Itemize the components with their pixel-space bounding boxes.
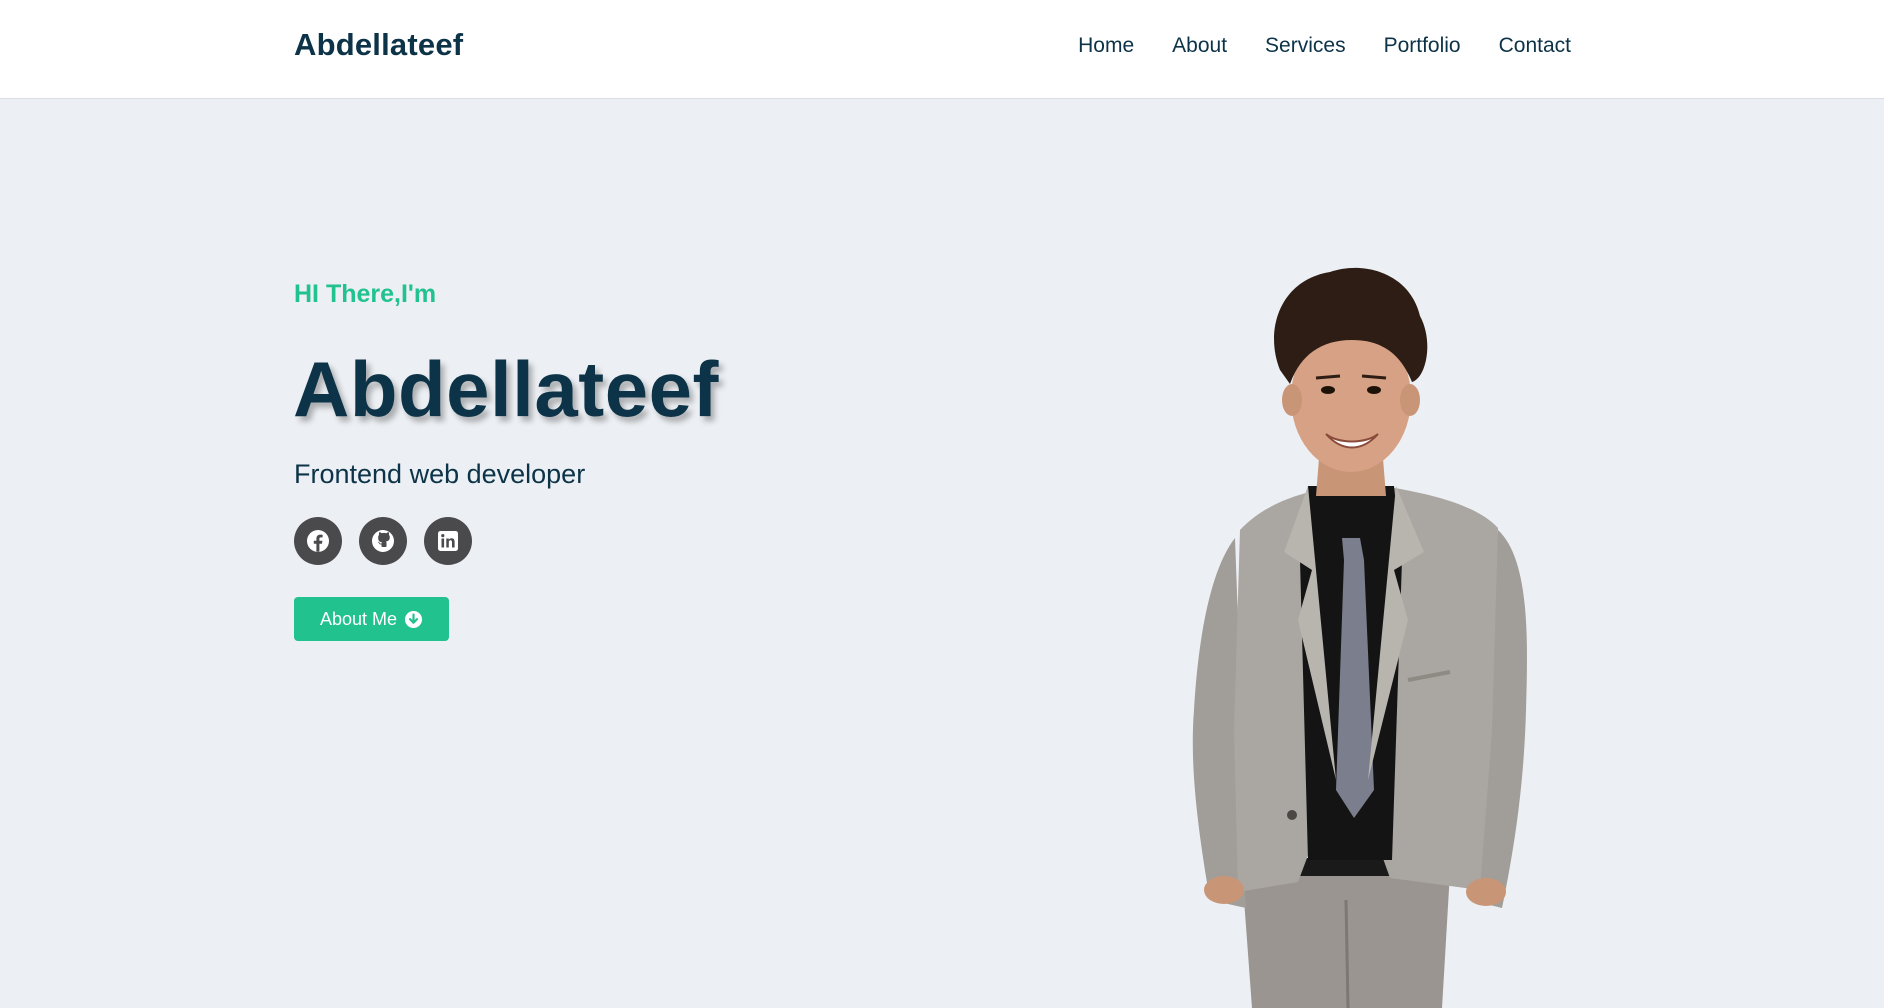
hero-greeting: HI There,I'm xyxy=(294,280,437,308)
github-icon xyxy=(372,530,394,552)
nav-services[interactable]: Services xyxy=(1265,34,1346,58)
facebook-link[interactable] xyxy=(294,517,342,565)
hero-section: HI There,I'm Abdellateef Frontend web de… xyxy=(0,100,1884,1008)
profile-photo xyxy=(1192,267,1527,1008)
about-me-button[interactable]: About Me xyxy=(294,597,449,641)
linkedin-icon xyxy=(438,531,458,551)
github-link[interactable] xyxy=(359,517,407,565)
arrow-down-circle-icon xyxy=(404,610,423,628)
nav-home[interactable]: Home xyxy=(1078,34,1134,58)
facebook-icon xyxy=(307,530,329,552)
navbar: Abdellateef Home About Services Portfoli… xyxy=(0,0,1884,99)
nav-about[interactable]: About xyxy=(1172,34,1227,58)
about-me-label: About Me xyxy=(319,608,398,629)
brand-logo[interactable]: Abdellateef xyxy=(294,27,463,63)
nav-links: Home About Services Portfolio Contact xyxy=(1078,34,1571,58)
social-links xyxy=(294,517,472,565)
nav-portfolio[interactable]: Portfolio xyxy=(1384,34,1461,58)
linkedin-link[interactable] xyxy=(424,517,472,565)
hero-role: Frontend web developer xyxy=(294,459,586,489)
nav-contact[interactable]: Contact xyxy=(1499,34,1571,58)
hero-name: Abdellateef xyxy=(293,345,719,433)
